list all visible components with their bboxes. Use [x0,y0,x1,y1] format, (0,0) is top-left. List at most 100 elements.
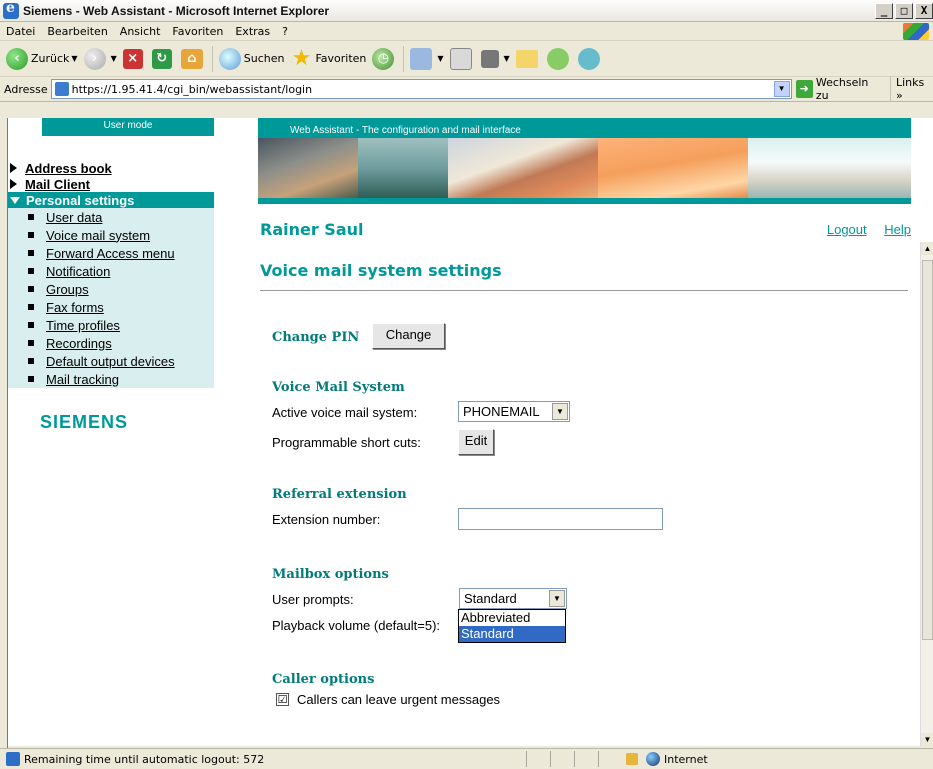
folder-button[interactable] [513,45,544,73]
forward-button[interactable]: › ▼ [81,45,120,73]
chevron-down-icon[interactable]: ▼ [549,590,565,607]
maximize-button[interactable]: □ [895,2,913,19]
urgent-messages-checkbox[interactable]: ☑ [276,693,289,706]
links-button[interactable]: Links » [889,76,933,102]
subnav-forward-access-menu[interactable]: Forward Access menu [8,244,214,262]
menu-extras[interactable]: Extras [229,25,276,38]
caller-options-heading: Caller options [272,672,375,687]
subnav-link[interactable]: Default output devices [46,354,175,369]
subnav-link[interactable]: Fax forms [46,300,104,315]
subnav-link[interactable]: Voice mail system [46,228,150,243]
subnav-link[interactable]: Groups [46,282,89,297]
banner-photo [598,138,748,198]
history-button[interactable]: ◷ [369,45,400,73]
bullet-icon [28,304,34,310]
banner-photo [448,138,598,198]
subnav-mail-tracking[interactable]: Mail tracking [8,370,214,388]
subnav-link[interactable]: Forward Access menu [46,246,175,261]
address-input[interactable]: https://1.95.41.4/cgi_bin/webassistant/l… [50,79,792,99]
banner: Web Assistant - The configuration and ma… [258,118,911,204]
subnav-user-data[interactable]: User data [8,208,214,226]
edit-button[interactable]: ▼ [478,45,513,73]
scroll-down-arrow-icon[interactable]: ▼ [921,733,933,746]
back-label: Zurück [31,52,70,65]
user-prompts-dropdown: Abbreviated Standard [458,609,566,643]
chevron-down-icon[interactable]: ▼ [111,54,117,63]
menu-datei[interactable]: Datei [0,25,41,38]
subnav-fax-forms[interactable]: Fax forms [8,298,214,316]
subnav-recordings[interactable]: Recordings [8,334,214,352]
scroll-up-arrow-icon[interactable]: ▲ [921,242,933,255]
menu-help[interactable]: ? [276,25,294,38]
nav-address-book-link[interactable]: Address book [25,161,112,176]
vertical-scrollbar[interactable]: ▲ ▼ [920,242,933,746]
mail-button[interactable]: ▼ [407,45,446,73]
triangle-right-icon [10,179,17,189]
frame-edge [0,118,8,748]
urgent-messages-row[interactable]: ☑ Callers can leave urgent messages [276,692,500,707]
nav-mail-client-link[interactable]: Mail Client [25,177,90,192]
chevron-down-icon[interactable]: ▼ [552,403,568,420]
settings-pane: Voice mail system settings Change PIN Ch… [258,242,911,746]
ie-app-icon [3,0,19,19]
subnav-link[interactable]: User data [46,210,102,225]
search-icon [218,47,241,70]
short-cuts-edit-button[interactable]: Edit [458,429,494,455]
banner-photo [358,138,448,198]
subnav-link[interactable]: Recordings [46,336,112,351]
logout-link[interactable]: Logout [827,222,867,237]
bullet-icon [28,340,34,346]
go-button[interactable]: ➜ Wechseln zu [795,76,882,102]
subnav-link[interactable]: Notification [46,264,110,279]
dropdown-option-selected[interactable]: Standard [459,626,565,642]
search-button[interactable]: Suchen [216,45,288,73]
subnav-voice-mail-system[interactable]: Voice mail system [8,226,214,244]
subnav-link[interactable]: Mail tracking [46,372,119,387]
home-icon: ⌂ [180,48,203,69]
menu-favoriten[interactable]: Favoriten [166,25,229,38]
banner-rule [258,198,911,204]
edit-icon [480,49,499,68]
chevron-down-icon[interactable]: ▼ [504,54,510,63]
scroll-thumb[interactable] [922,260,933,640]
change-pin-button[interactable]: Change [372,323,445,349]
help-link[interactable]: Help [884,222,911,237]
stop-button[interactable]: × [120,45,149,73]
menu-ansicht[interactable]: Ansicht [114,25,167,38]
bullet-icon [28,376,34,382]
subnav-notification[interactable]: Notification [8,262,214,280]
subnav-time-profiles[interactable]: Time profiles [8,316,214,334]
active-voice-mail-select[interactable]: PHONEMAIL ▼ [458,401,570,422]
nav-item-personal-settings[interactable]: Personal settings [8,192,214,208]
home-button[interactable]: ⌂ [178,45,209,73]
nav-item-address-book[interactable]: Address book [8,160,214,176]
address-label: Adresse [4,82,48,96]
user-mode-label: User mode [42,118,214,136]
menu-bearbeiten[interactable]: Bearbeiten [41,25,113,38]
go-arrow-icon: ➜ [795,80,813,98]
nav-item-mail-client[interactable]: Mail Client [8,176,214,192]
chevron-down-icon[interactable]: ▼ [437,54,443,63]
chevron-down-icon[interactable]: ▼ [71,54,77,63]
subnav-default-output-devices[interactable]: Default output devices [8,352,214,370]
extension-number-input[interactable] [458,508,663,530]
search-label: Suchen [243,52,285,65]
favorites-button[interactable]: ★ Favoriten [287,45,369,73]
page-icon [54,82,69,96]
bullet-icon [28,358,34,364]
urgent-messages-label: Callers can leave urgent messages [297,692,501,707]
subnav-link[interactable]: Time profiles [46,318,120,333]
dropdown-option[interactable]: Abbreviated [459,610,565,626]
minimize-button[interactable]: _ [875,2,893,19]
close-button[interactable]: X [915,2,933,19]
triangle-down-icon [10,196,20,204]
print-button[interactable] [447,45,478,73]
refresh-button[interactable]: ↻ [149,45,178,73]
research-icon [546,47,569,70]
chevron-down-icon[interactable]: ▼ [773,81,790,97]
research-button[interactable] [544,45,575,73]
messenger-button[interactable] [575,45,606,73]
user-prompts-select[interactable]: Standard ▼ [459,588,567,609]
subnav-groups[interactable]: Groups [8,280,214,298]
back-button[interactable]: ‹ Zurück ▼ [3,45,81,73]
